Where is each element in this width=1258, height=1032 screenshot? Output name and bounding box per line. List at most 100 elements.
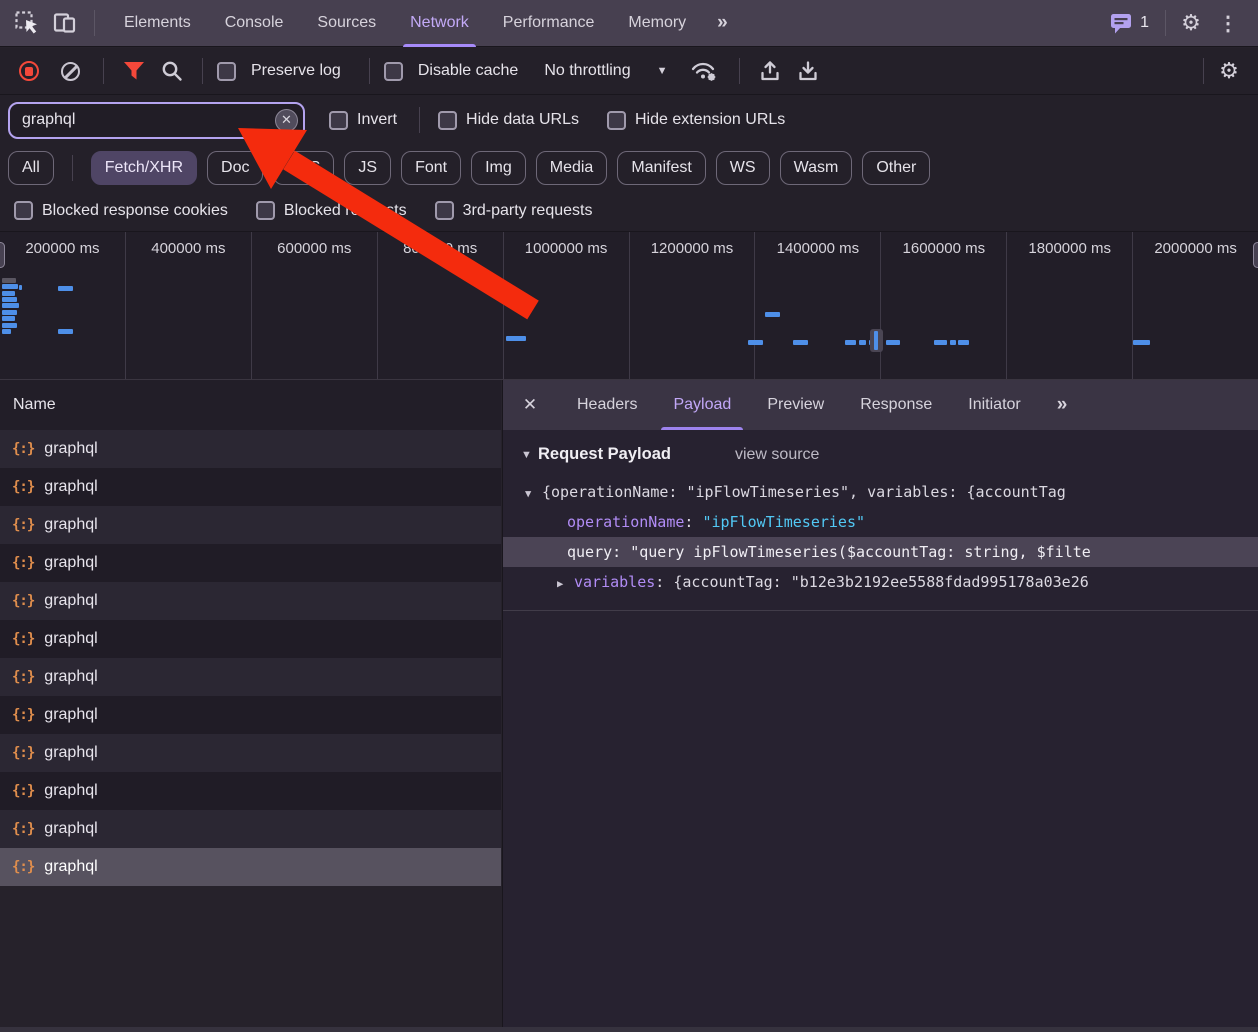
network-overview-timeline[interactable]: 200000 ms400000 ms600000 ms800000 ms1000… xyxy=(0,232,1258,380)
network-conditions-icon[interactable] xyxy=(683,55,725,87)
timeline-activity-bar xyxy=(2,291,15,296)
settings-gear-icon[interactable]: ⚙ xyxy=(1174,6,1208,40)
details-tab-headers[interactable]: Headers xyxy=(559,380,655,430)
timeline-activity-bar xyxy=(845,340,856,345)
bottom-scrollbar-track[interactable] xyxy=(0,1027,1258,1032)
request-row[interactable]: {:}graphql xyxy=(0,620,501,658)
record-network-log-button[interactable] xyxy=(19,61,39,81)
filter-input[interactable] xyxy=(8,102,305,139)
throttling-dropdown[interactable]: No throttling ▼ xyxy=(544,62,667,80)
invert-checkbox[interactable] xyxy=(329,111,348,130)
more-detail-tabs-icon[interactable]: » xyxy=(1047,394,1076,416)
search-icon[interactable] xyxy=(156,55,188,87)
payload-tree-row[interactable]: ▶variables: {accountTag: "b12e3b2192ee55… xyxy=(503,567,1258,597)
resource-type-filter-row: All Fetch/XHR Doc CSS JS Font Img Media Manifest… xyxy=(0,145,1258,190)
request-name: graphql xyxy=(44,820,97,838)
import-har-icon[interactable] xyxy=(754,55,786,87)
type-chip-ws[interactable]: WS xyxy=(716,151,770,185)
inspect-element-icon[interactable] xyxy=(10,6,44,40)
export-har-icon[interactable] xyxy=(792,55,824,87)
tab-network[interactable]: Network xyxy=(393,0,486,47)
timeline-activity-bar xyxy=(2,316,15,321)
expander-closed-icon[interactable]: ▶ xyxy=(557,569,574,597)
request-row[interactable]: {:}graphql xyxy=(0,696,501,734)
name-column-header[interactable]: Name xyxy=(0,380,501,430)
tab-sources[interactable]: Sources xyxy=(300,0,393,47)
disable-cache-checkbox[interactable] xyxy=(384,62,403,81)
type-chip-manifest[interactable]: Manifest xyxy=(617,151,705,185)
type-chip-fetch-xhr[interactable]: Fetch/XHR xyxy=(91,151,197,185)
hide-data-urls-checkbox[interactable] xyxy=(438,111,457,130)
request-name: graphql xyxy=(44,630,97,648)
tab-elements[interactable]: Elements xyxy=(107,0,208,47)
request-name: graphql xyxy=(44,516,97,534)
payload-tree-row[interactable]: ▼{operationName: "ipFlowTimeseries", var… xyxy=(503,477,1258,507)
timeline-activity-bar xyxy=(859,340,866,345)
hide-data-urls-label: Hide data URLs xyxy=(466,111,579,129)
toolbar-divider xyxy=(419,107,420,133)
tab-memory[interactable]: Memory xyxy=(611,0,703,47)
request-row[interactable]: {:}graphql xyxy=(0,430,501,468)
more-panels-icon[interactable]: » xyxy=(707,12,736,34)
checkbox-blocked-requests[interactable] xyxy=(256,201,275,220)
payload-plain-segment: : xyxy=(612,543,630,561)
timeline-activity-bar xyxy=(2,297,17,302)
close-details-icon[interactable]: ✕ xyxy=(513,388,547,422)
hide-extension-urls-checkbox[interactable] xyxy=(607,111,626,130)
throttling-value: No throttling xyxy=(544,62,630,80)
request-row[interactable]: {:}graphql xyxy=(0,734,501,772)
expander-open-icon[interactable]: ▼ xyxy=(525,479,542,507)
type-chip-all[interactable]: All xyxy=(8,151,54,185)
request-row[interactable]: {:} graphql xyxy=(0,506,501,544)
request-row[interactable]: {:}graphql xyxy=(0,544,501,582)
request-row[interactable]: {:}graphql xyxy=(0,582,501,620)
toolbar-divider xyxy=(94,10,95,36)
network-settings-gear-icon[interactable]: ⚙ xyxy=(1212,54,1246,88)
request-row[interactable]: {:}graphql xyxy=(0,772,501,810)
checkbox-blocked-response-cookies[interactable] xyxy=(14,201,33,220)
issues-counter[interactable]: 1 xyxy=(1101,11,1157,35)
timeline-activity-bar xyxy=(2,284,18,289)
type-chip-media[interactable]: Media xyxy=(536,151,608,185)
view-source-link[interactable]: view source xyxy=(735,446,819,464)
type-chip-css[interactable]: CSS xyxy=(273,151,334,185)
request-name: graphql xyxy=(44,592,97,610)
timeline-tick-label: 1200000 ms xyxy=(630,232,756,379)
type-chip-font[interactable]: Font xyxy=(401,151,461,185)
request-row[interactable]: {:}graphql xyxy=(0,810,501,848)
type-chip-doc[interactable]: Doc xyxy=(207,151,263,185)
tab-performance[interactable]: Performance xyxy=(486,0,612,47)
details-tab-preview[interactable]: Preview xyxy=(749,380,842,430)
clear-network-log-button[interactable] xyxy=(61,62,80,81)
devtools-main-toolbar: ElementsConsoleSourcesNetworkPerformance… xyxy=(0,0,1258,47)
fetch-xhr-icon: {:} xyxy=(12,517,34,533)
timeline-activity-bar xyxy=(2,323,17,328)
panel-tabs: ElementsConsoleSourcesNetworkPerformance… xyxy=(107,0,703,47)
timeline-selected-request-marker[interactable] xyxy=(870,329,883,352)
timeline-right-handle[interactable] xyxy=(1253,242,1258,268)
request-row[interactable]: {:}graphql xyxy=(0,658,501,696)
type-chip-js[interactable]: JS xyxy=(344,151,391,185)
type-chip-other[interactable]: Other xyxy=(862,151,930,185)
request-name: graphql xyxy=(44,744,97,762)
request-row[interactable]: {:}graphql xyxy=(0,848,501,886)
payload-tree-row[interactable]: operationName: "ipFlowTimeseries" xyxy=(503,507,1258,537)
details-tab-initiator[interactable]: Initiator xyxy=(950,380,1038,430)
details-tab-payload[interactable]: Payload xyxy=(655,380,749,430)
tab-console[interactable]: Console xyxy=(208,0,301,47)
preserve-log-checkbox[interactable] xyxy=(217,62,236,81)
kebab-menu-icon[interactable]: ⋮ xyxy=(1208,11,1248,36)
details-tab-response[interactable]: Response xyxy=(842,380,950,430)
type-chip-img[interactable]: Img xyxy=(471,151,526,185)
timeline-activity-bar xyxy=(19,285,22,290)
checkbox-3rd-party-requests[interactable] xyxy=(435,201,454,220)
device-toolbar-icon[interactable] xyxy=(48,6,82,40)
toolbar-divider xyxy=(1165,10,1166,36)
timeline-left-handle[interactable] xyxy=(0,242,5,268)
section-expander-icon[interactable]: ▼ xyxy=(521,449,538,461)
payload-tree-row[interactable]: query: "query ipFlowTimeseries($accountT… xyxy=(503,537,1258,567)
filter-icon[interactable] xyxy=(118,55,150,87)
clear-filter-icon[interactable]: ✕ xyxy=(275,109,298,132)
type-chip-wasm[interactable]: Wasm xyxy=(780,151,853,185)
request-row[interactable]: {:}graphql xyxy=(0,468,501,506)
